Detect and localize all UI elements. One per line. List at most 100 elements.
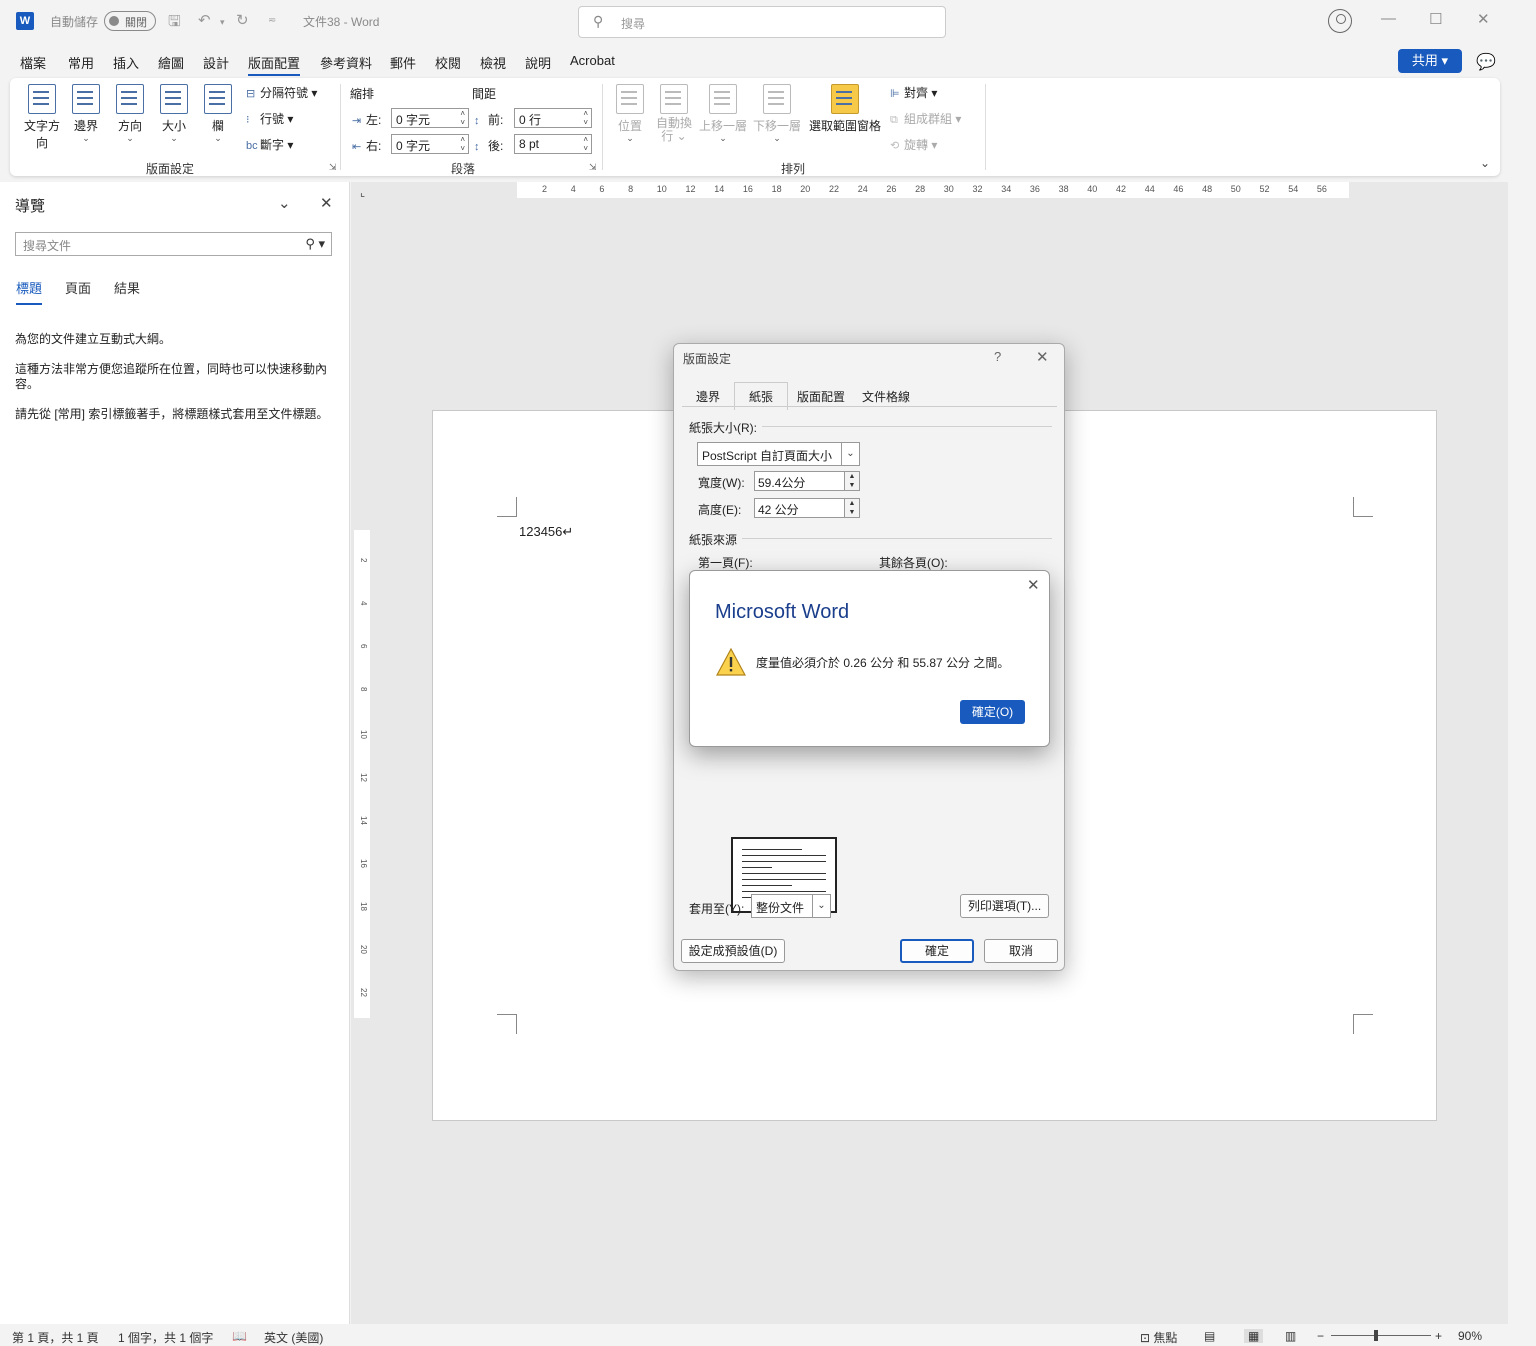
tab-layout[interactable]: 版面配置 bbox=[797, 388, 845, 405]
chevron-down-icon: ⌄ bbox=[170, 133, 178, 143]
tab-acrobat[interactable]: Acrobat bbox=[570, 53, 615, 68]
position-button[interactable]: 位置 ⌄ bbox=[614, 84, 646, 143]
undo-icon[interactable]: ↶ bbox=[198, 11, 211, 29]
alert-ok-button[interactable]: 確定(O) bbox=[960, 700, 1025, 724]
collapse-ribbon-icon[interactable]: ⌄ bbox=[1480, 156, 1490, 170]
spinner-icon[interactable]: ▲ ▼ bbox=[844, 498, 860, 518]
indent-right-input[interactable]: 0 字元 ˄ ˅ bbox=[391, 134, 469, 154]
breaks-button[interactable]: ⊟ 分隔符號 ▾ bbox=[246, 84, 317, 101]
zoom-out-icon[interactable]: − bbox=[1317, 1329, 1324, 1343]
proofing-icon[interactable]: 📖 bbox=[232, 1329, 247, 1343]
size-button[interactable]: 大小 ⌄ bbox=[156, 84, 192, 143]
word-count[interactable]: 1 個字，共 1 個字 bbox=[118, 1329, 213, 1346]
zoom-level[interactable]: 90% bbox=[1458, 1329, 1482, 1343]
rotate-button[interactable]: ⟲ 旋轉 ▾ bbox=[890, 136, 937, 153]
nav-options-chevron-icon[interactable]: ⌄ bbox=[278, 194, 291, 212]
document-text[interactable]: 123456↵ bbox=[519, 524, 573, 540]
tab-design[interactable]: 設計 bbox=[203, 53, 229, 72]
tab-margins[interactable]: 邊界 bbox=[696, 388, 720, 405]
margins-button[interactable]: 邊界 ⌄ bbox=[68, 84, 104, 143]
minimize-icon[interactable]: — bbox=[1381, 10, 1396, 27]
spinner-icon[interactable]: ˄ ˅ bbox=[583, 135, 588, 153]
zoom-in-icon[interactable]: + bbox=[1435, 1329, 1442, 1343]
selection-pane-button[interactable]: 選取範圍窗格 bbox=[808, 84, 882, 134]
tab-draw[interactable]: 繪圖 bbox=[158, 53, 184, 72]
print-layout-icon[interactable]: ▦ bbox=[1244, 1329, 1264, 1343]
spacing-before-input[interactable]: 0 行 ˄ ˅ bbox=[514, 108, 592, 128]
close-window-icon[interactable]: ✕ bbox=[1477, 10, 1490, 28]
tab-layout[interactable]: 版面配置 bbox=[248, 53, 301, 76]
group-objects-button[interactable]: ⧉ 組成群組 ▾ bbox=[890, 110, 961, 127]
spinner-icon[interactable]: ˄ ˅ bbox=[460, 109, 465, 127]
spinner-icon[interactable]: ˄ ˅ bbox=[583, 109, 588, 127]
search-icon[interactable]: ⚲ ▾ bbox=[305, 236, 325, 252]
paragraph-launcher-icon[interactable]: ⇲ bbox=[589, 162, 597, 173]
tab-help[interactable]: 說明 bbox=[525, 53, 551, 72]
apply-to-select[interactable]: 整份文件 ⌄ bbox=[751, 894, 831, 918]
ruler-tick-label: 56 bbox=[1316, 184, 1327, 194]
nav-tab-pages[interactable]: 頁面 bbox=[65, 278, 91, 297]
page-setup-launcher-icon[interactable]: ⇲ bbox=[329, 162, 337, 173]
share-button[interactable]: 共用 ▾ bbox=[1398, 49, 1462, 73]
page-count[interactable]: 第 1 頁，共 1 頁 bbox=[12, 1329, 99, 1346]
zoom-slider[interactable] bbox=[1331, 1335, 1431, 1336]
customize-toolbar-icon[interactable]: ≂ bbox=[268, 15, 276, 26]
spinner-icon[interactable]: ˄ ˅ bbox=[460, 135, 465, 153]
zoom-slider-thumb[interactable] bbox=[1374, 1330, 1378, 1341]
menu-bar: 檔案 常用 插入 繪圖 設計 版面配置 參考資料 郵件 校閱 檢視 說明 Acr… bbox=[0, 50, 1536, 76]
undo-dropdown-icon[interactable]: ▾ bbox=[220, 17, 225, 28]
comments-icon[interactable]: 💬 bbox=[1476, 52, 1496, 72]
cancel-button[interactable]: 取消 bbox=[984, 939, 1058, 963]
line-numbers-button[interactable]: ⁝ 行號 ▾ bbox=[246, 110, 293, 127]
nav-tab-results[interactable]: 結果 bbox=[114, 278, 140, 297]
tab-file[interactable]: 檔案 bbox=[20, 53, 46, 72]
avatar[interactable] bbox=[1328, 9, 1352, 33]
wrap-text-button[interactable]: 自動換 行 ⌄ bbox=[654, 84, 694, 143]
nav-search-input[interactable]: 搜尋文件 ⚲ ▾ bbox=[15, 232, 332, 256]
width-input[interactable]: 59.4公分 ▲ ▼ bbox=[754, 471, 860, 491]
nav-close-icon[interactable]: ✕ bbox=[320, 194, 333, 212]
print-options-button[interactable]: 列印選項(T)... bbox=[960, 894, 1049, 918]
horizontal-ruler[interactable]: 2 4 6 8 10 12 14 16 18 20 22 24 26 28 30 32 34 36 38 40 42 44… bbox=[378, 182, 1508, 204]
web-layout-icon[interactable]: ▥ bbox=[1285, 1329, 1296, 1343]
help-icon[interactable]: ? bbox=[994, 349, 1001, 364]
tab-stop-selector-icon[interactable]: ⌞ bbox=[360, 186, 365, 199]
focus-button[interactable]: ⊡ 焦點 bbox=[1140, 1329, 1177, 1346]
maximize-icon[interactable]: ☐ bbox=[1429, 10, 1442, 28]
tab-home[interactable]: 常用 bbox=[68, 53, 94, 72]
spinner-icon[interactable]: ▲ ▼ bbox=[844, 471, 860, 491]
spacing-after-input[interactable]: 8 pt ˄ ˅ bbox=[514, 134, 592, 154]
send-backward-label: 下移一層 bbox=[752, 119, 801, 133]
save-icon[interactable]: 🖫 bbox=[168, 11, 181, 36]
tab-document-grid[interactable]: 文件格線 bbox=[862, 388, 910, 405]
set-default-button[interactable]: 設定成預設值(D) bbox=[681, 939, 785, 963]
close-icon[interactable]: ✕ bbox=[1036, 348, 1049, 366]
indent-right-value: 0 字元 bbox=[396, 139, 431, 153]
height-input[interactable]: 42 公分 ▲ ▼ bbox=[754, 498, 860, 518]
tab-view[interactable]: 檢視 bbox=[480, 53, 506, 72]
tab-references[interactable]: 參考資料 bbox=[320, 53, 372, 72]
search-box[interactable]: ⚲ 搜尋 bbox=[578, 6, 946, 38]
tab-mailings[interactable]: 郵件 bbox=[390, 53, 416, 72]
vertical-ruler[interactable]: 2 4 6 8 10 12 14 16 18 20 22 bbox=[352, 204, 378, 1324]
indent-left-input[interactable]: 0 字元 ˄ ˅ bbox=[391, 108, 469, 128]
orientation-button[interactable]: 方向 ⌄ bbox=[112, 84, 148, 143]
columns-button[interactable]: 欄 ⌄ bbox=[202, 84, 234, 143]
paper-size-select[interactable]: PostScript 自訂頁面大小 ⌄ bbox=[697, 442, 860, 466]
bring-forward-button[interactable]: 上移一層 ⌄ bbox=[698, 84, 748, 143]
tab-review[interactable]: 校閱 bbox=[435, 53, 461, 72]
redo-icon[interactable]: ↻ bbox=[236, 11, 249, 29]
ok-button[interactable]: 確定 bbox=[900, 939, 974, 963]
alert-message: 度量值必須介於 0.26 公分 和 55.87 公分 之間。 bbox=[756, 656, 1010, 670]
autosave-toggle[interactable]: 關閉 bbox=[104, 11, 156, 31]
language-indicator[interactable]: 英文 (美國) bbox=[264, 1329, 323, 1346]
send-backward-button[interactable]: 下移一層 ⌄ bbox=[752, 84, 802, 143]
rotate-icon: ⟲ bbox=[890, 140, 900, 152]
align-button[interactable]: ⊫ 對齊 ▾ bbox=[890, 84, 937, 101]
hyphenation-button[interactable]: bc 斷字 ▾ bbox=[246, 136, 293, 153]
nav-tab-headings[interactable]: 標題 bbox=[16, 278, 43, 305]
tab-insert[interactable]: 插入 bbox=[113, 53, 139, 72]
read-mode-icon[interactable]: ▤ bbox=[1204, 1329, 1215, 1343]
text-direction-button[interactable]: 文字方向 bbox=[22, 84, 62, 151]
close-icon[interactable]: ✕ bbox=[1027, 576, 1040, 594]
